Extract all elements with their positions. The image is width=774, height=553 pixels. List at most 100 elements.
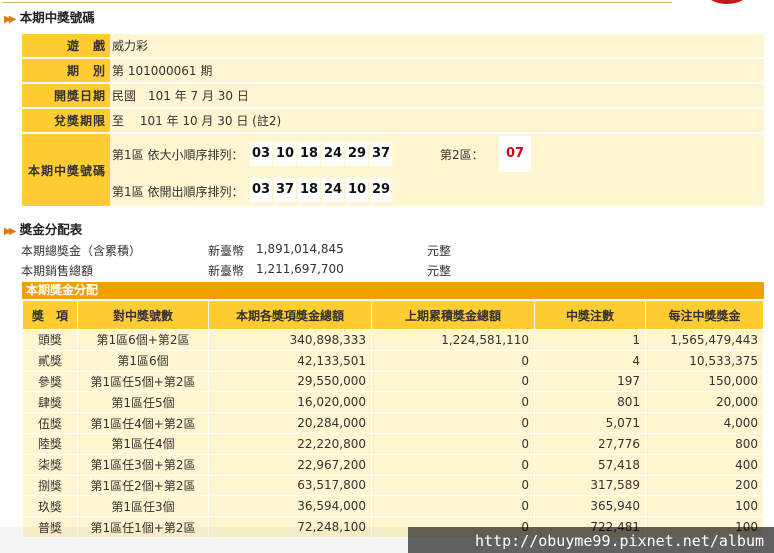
prize-table-header: 獎 項 對中獎號數 本期各獎項獎金總額 上期累積獎金總額 中獎注數 每注中獎獎金 [23,301,763,329]
table-row: 貳獎 第1區6個 42,133,501 0 4 10,533,375 [23,350,763,371]
table-cell: 第1區6個+第2區 [78,330,208,350]
table-cell: 4 [535,350,645,371]
number-ball: 18 [298,142,320,166]
table-cell: 197 [535,371,645,392]
table-cell: 27,776 [535,433,645,454]
number-ball: 29 [346,142,368,166]
table-cell: 參獎 [23,371,77,392]
table-cell: 陸獎 [23,433,77,454]
table-cell: 10,533,375 [646,350,763,371]
by-size-label: 第1區 依大小順序排列： [112,148,244,162]
info-row-winning-numbers: 本期中獎號碼 第1區 依大小順序排列： 03 10 18 24 29 37 第2… [22,134,764,206]
number-ball: 29 [370,178,392,202]
column-header: 中獎注數 [535,301,645,329]
number-ball: 03 [250,178,272,202]
number-ball: 18 [298,178,320,202]
table-row: 伍獎 第1區任4個+第2區 20,284,000 0 5,071 4,000 [23,413,763,433]
number-ball: 37 [370,142,392,166]
table-cell: 0 [372,433,534,454]
table-cell: 100 [646,496,763,517]
number-ball: 24 [322,178,344,202]
table-cell: 365,940 [535,496,645,517]
top-divider [2,2,672,3]
table-cell: 第1區任5個+第2區 [78,371,208,392]
table-cell: 29,550,000 [209,371,371,392]
info-value: 威力彩 [110,34,764,57]
table-cell: 0 [372,454,534,475]
table-cell: 1 [535,330,645,350]
table-cell: 340,898,333 [209,330,371,350]
number-ball: 37 [274,178,296,202]
zone2-label: 第2區： [440,148,484,162]
table-cell: 頭獎 [23,330,77,350]
table-cell: 0 [372,413,534,433]
table-cell: 5,071 [535,413,645,433]
table-cell: 400 [646,454,763,475]
table-cell: 20,000 [646,392,763,413]
table-row: 柒獎 第1區任3個+第2區 22,967,200 0 57,418 400 [23,454,763,475]
table-cell: 36,594,000 [209,496,371,517]
table-row: 捌獎 第1區任2個+第2區 63,517,800 0 317,589 200 [23,475,763,496]
number-ball: 10 [346,178,368,202]
table-cell: 0 [372,350,534,371]
column-header: 上期累積獎金總額 [372,301,534,329]
table-cell: 317,589 [535,475,645,496]
zone2-number-ball: 07 [499,136,531,172]
winning-numbers-block: 第1區 依大小順序排列： 03 10 18 24 29 37 第2區： 07 第… [110,134,764,206]
table-cell: 1,565,479,443 [646,330,763,350]
table-cell: 第1區任3個+第2區 [78,454,208,475]
table-cell: 200 [646,475,763,496]
table-row: 陸獎 第1區任4個 22,220,800 0 27,776 800 [23,433,763,454]
distribution-section-title: ▶▶ 獎金分配表 [4,222,83,237]
red-logo-circle [705,0,749,4]
info-row-game: 遊 戲 威力彩 [22,34,764,57]
table-row: 肆獎 第1區任5個 16,020,000 0 801 20,000 [23,392,763,413]
table-cell: 16,020,000 [209,392,371,413]
info-label: 開獎日期 [22,84,110,107]
table-cell: 玖獎 [23,496,77,517]
table-cell: 800 [646,433,763,454]
number-ball: 03 [250,142,272,166]
info-row-draw-date: 開獎日期 民國 101 年 7 月 30 日 [22,84,764,107]
table-cell: 22,967,200 [209,454,371,475]
table-cell: 22,220,800 [209,433,371,454]
table-cell: 4,000 [646,413,763,433]
table-cell: 伍獎 [23,413,77,433]
column-header: 本期各獎項獎金總額 [209,301,371,329]
table-cell: 0 [372,371,534,392]
info-value: 第 101000061 期 [110,59,764,82]
table-cell: 第1區任5個 [78,392,208,413]
draw-info-table: 遊 戲 威力彩 期 別 第 101000061 期 開獎日期 民國 101 年 … [22,32,764,208]
table-cell: 捌獎 [23,475,77,496]
info-label: 兌獎期限 [22,109,110,132]
number-ball: 24 [322,142,344,166]
bottom-overlay [0,527,408,553]
info-value: 民國 101 年 7 月 30 日 [110,84,764,107]
info-label: 本期中獎號碼 [22,134,110,206]
table-cell: 0 [372,475,534,496]
table-cell: 第1區任2個+第2區 [78,475,208,496]
table-cell: 肆獎 [23,392,77,413]
table-cell: 1,224,581,110 [372,330,534,350]
by-order-label: 第1區 依開出順序排列： [112,185,244,199]
table-cell: 第1區任4個+第2區 [78,413,208,433]
prize-table-body: 頭獎 第1區6個+第2區 340,898,333 1,224,581,110 1 1,56… [23,330,763,537]
table-row: 玖獎 第1區任3個 36,594,000 0 365,940 100 [23,496,763,517]
column-header: 對中獎號數 [78,301,208,329]
table-cell: 20,284,000 [209,413,371,433]
double-arrow-icon: ▶▶ [4,14,17,25]
info-label: 期 別 [22,59,110,82]
table-cell: 第1區6個 [78,350,208,371]
table-cell: 63,517,800 [209,475,371,496]
table-cell: 0 [372,496,534,517]
info-label: 遊 戲 [22,34,110,57]
table-cell: 第1區任4個 [78,433,208,454]
table-cell: 801 [535,392,645,413]
table-cell: 貳獎 [23,350,77,371]
column-header: 每注中獎獎金 [646,301,763,329]
info-row-period: 期 別 第 101000061 期 [22,59,764,82]
watermark-url: http://obuyme99.pixnet.net/album [475,532,764,550]
table-cell: 150,000 [646,371,763,392]
column-header: 獎 項 [23,301,77,329]
table-cell: 0 [372,392,534,413]
